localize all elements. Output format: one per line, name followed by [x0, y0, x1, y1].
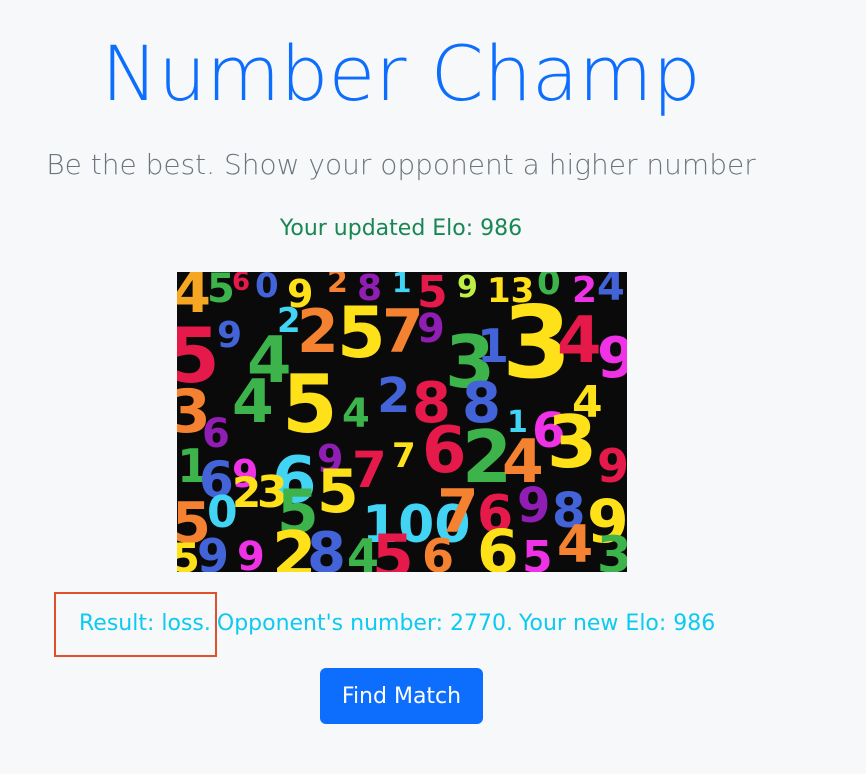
svg-text:9: 9	[457, 272, 478, 305]
svg-text:4: 4	[557, 304, 602, 378]
svg-text:6: 6	[477, 517, 519, 572]
svg-text:9: 9	[417, 306, 445, 352]
svg-text:0: 0	[255, 272, 279, 306]
svg-text:4: 4	[557, 515, 593, 572]
svg-text:1: 1	[392, 272, 411, 299]
new-elo: Your new Elo: 986	[519, 611, 716, 636]
find-match-button[interactable]: Find Match	[320, 668, 483, 724]
svg-text:9: 9	[237, 534, 265, 572]
svg-text:9: 9	[217, 315, 242, 356]
svg-text:8: 8	[307, 521, 346, 572]
svg-text:4: 4	[342, 391, 370, 437]
svg-text:2: 2	[297, 297, 339, 367]
svg-text:6: 6	[232, 272, 250, 297]
svg-text:9: 9	[517, 478, 550, 534]
updated-elo-text: Your updated Elo: 986	[279, 216, 523, 241]
page: Number Champ Be the best. Show your oppo…	[0, 0, 866, 774]
numbers-image: 4 5 6 0 9 2 8 1 5 9 13 0 2 4 5 9 4 2 2 5…	[177, 272, 627, 572]
opponent-number: Opponent's number: 2770.	[216, 611, 513, 636]
svg-text:9: 9	[597, 439, 627, 493]
svg-text:5: 5	[522, 532, 553, 572]
svg-text:3: 3	[597, 526, 627, 572]
svg-text:7: 7	[392, 436, 416, 476]
page-subtitle: Be the best. Show your opponent a higher…	[46, 148, 756, 181]
svg-text:5: 5	[207, 272, 235, 312]
svg-text:5: 5	[337, 292, 386, 374]
svg-text:5: 5	[317, 457, 359, 527]
svg-text:2: 2	[377, 368, 410, 424]
svg-text:5: 5	[372, 522, 414, 572]
svg-text:9: 9	[197, 529, 229, 572]
result-highlight-box	[54, 592, 217, 657]
svg-text:6: 6	[422, 529, 454, 572]
svg-text:3: 3	[547, 400, 597, 484]
svg-text:4: 4	[232, 367, 274, 437]
page-title: Number Champ	[101, 29, 701, 118]
